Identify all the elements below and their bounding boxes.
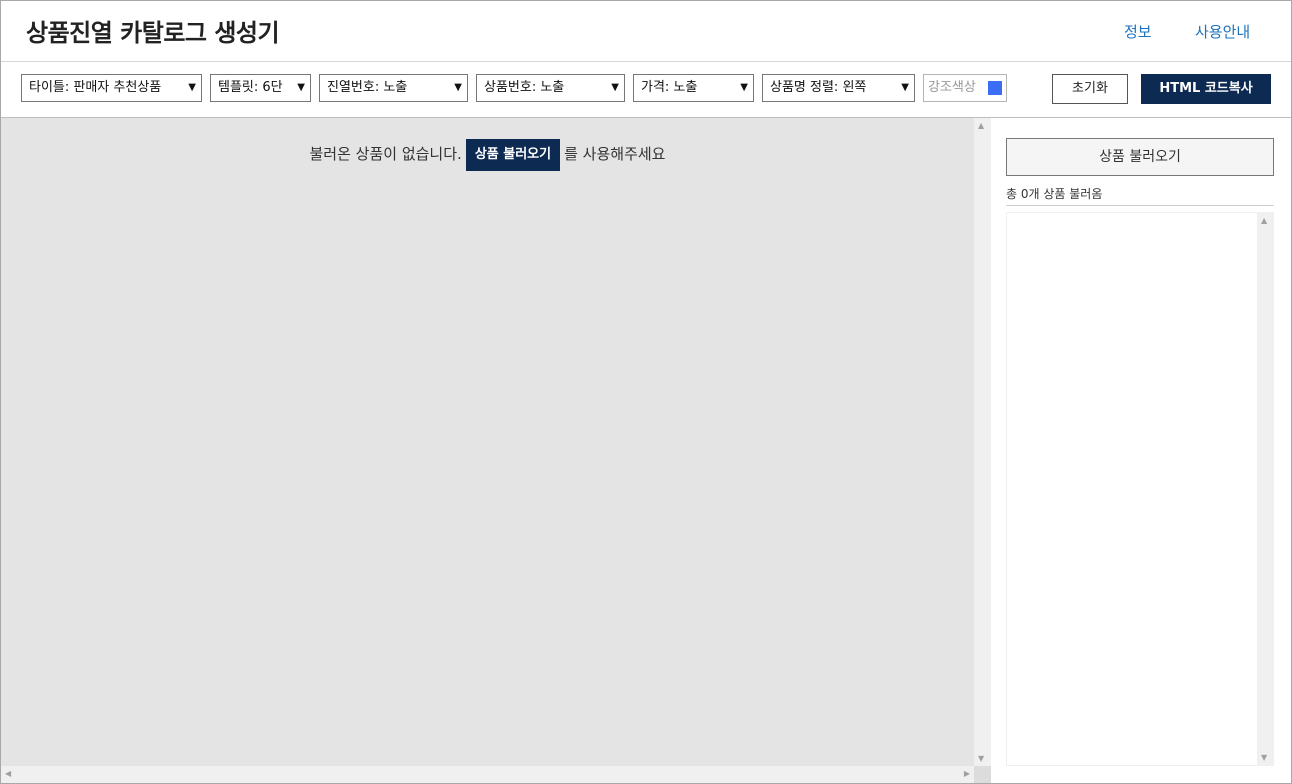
nav-link-info[interactable]: 정보 (1124, 21, 1152, 42)
empty-message: 불러온 상품이 없습니다. 상품 불러오기 를 사용해주세요 (1, 138, 974, 171)
product-number-select-value: 상품번호: 노출 (484, 80, 565, 95)
empty-message-prefix: 불러온 상품이 없습니다. (309, 145, 462, 163)
scroll-down-icon[interactable]: ▼ (1261, 753, 1267, 762)
title-select-value: 타이틀: 판매자 추천상품 (29, 80, 162, 95)
scrollbar-corner (974, 766, 991, 783)
inline-load-products-button[interactable]: 상품 불러오기 (465, 138, 561, 171)
scroll-right-icon[interactable]: ▶ (964, 769, 970, 778)
toolbar: 타이틀: 판매자 추천상품 ▼ 템플릿: 6단 ▼ 진열번호: 노출 ▼ 상품번… (1, 62, 1291, 118)
catalog-preview: 불러온 상품이 없습니다. 상품 불러오기 를 사용해주세요 (1, 118, 974, 766)
scroll-down-icon[interactable]: ▼ (978, 754, 984, 763)
chevron-down-icon: ▼ (611, 82, 619, 93)
reset-button[interactable]: 초기화 (1052, 74, 1128, 104)
scroll-up-icon[interactable]: ▲ (1261, 216, 1267, 225)
price-select-value: 가격: 노출 (641, 80, 698, 95)
accent-color-label: 강조색상 (928, 80, 976, 95)
scroll-left-icon[interactable]: ◀ (5, 769, 11, 778)
empty-message-suffix: 를 사용해주세요 (564, 145, 666, 163)
product-number-select[interactable]: 상품번호: 노출 ▼ (476, 74, 625, 102)
chevron-down-icon: ▼ (297, 82, 305, 93)
chevron-down-icon: ▼ (901, 82, 909, 93)
preview-horizontal-scrollbar[interactable]: ◀ ▶ (1, 766, 974, 783)
chevron-down-icon: ▼ (740, 82, 748, 93)
price-select[interactable]: 가격: 노출 ▼ (633, 74, 754, 102)
product-panel: 상품 불러오기 총 0개 상품 불러옴 ▲ ▼ (991, 118, 1291, 783)
product-list[interactable]: ▲ ▼ (1006, 212, 1274, 766)
product-count-text: 총 0개 상품 불러옴 (1006, 185, 1274, 206)
accent-color-picker[interactable]: 강조색상 (923, 74, 1007, 102)
load-products-button[interactable]: 상품 불러오기 (1006, 138, 1274, 176)
product-list-scrollbar[interactable]: ▲ ▼ (1257, 213, 1273, 765)
chevron-down-icon: ▼ (188, 82, 196, 93)
scroll-up-icon[interactable]: ▲ (978, 121, 984, 130)
chevron-down-icon: ▼ (454, 82, 462, 93)
template-select-value: 템플릿: 6단 (218, 80, 283, 95)
preview-vertical-scrollbar[interactable]: ▲ ▼ (974, 118, 991, 766)
app-header: 상품진열 카탈로그 생성기 정보 사용안내 (1, 1, 1291, 62)
nav-link-guide[interactable]: 사용안내 (1195, 21, 1250, 42)
title-select[interactable]: 타이틀: 판매자 추천상품 ▼ (21, 74, 202, 102)
page-title: 상품진열 카탈로그 생성기 (26, 19, 280, 47)
accent-color-swatch[interactable] (988, 81, 1002, 95)
display-number-select[interactable]: 진열번호: 노출 ▼ (319, 74, 468, 102)
template-select[interactable]: 템플릿: 6단 ▼ (210, 74, 311, 102)
copy-html-button[interactable]: HTML 코드복사 (1141, 74, 1271, 104)
name-align-select[interactable]: 상품명 정렬: 왼쪽 ▼ (762, 74, 915, 102)
display-number-select-value: 진열번호: 노출 (327, 80, 408, 95)
name-align-select-value: 상품명 정렬: 왼쪽 (770, 80, 867, 95)
